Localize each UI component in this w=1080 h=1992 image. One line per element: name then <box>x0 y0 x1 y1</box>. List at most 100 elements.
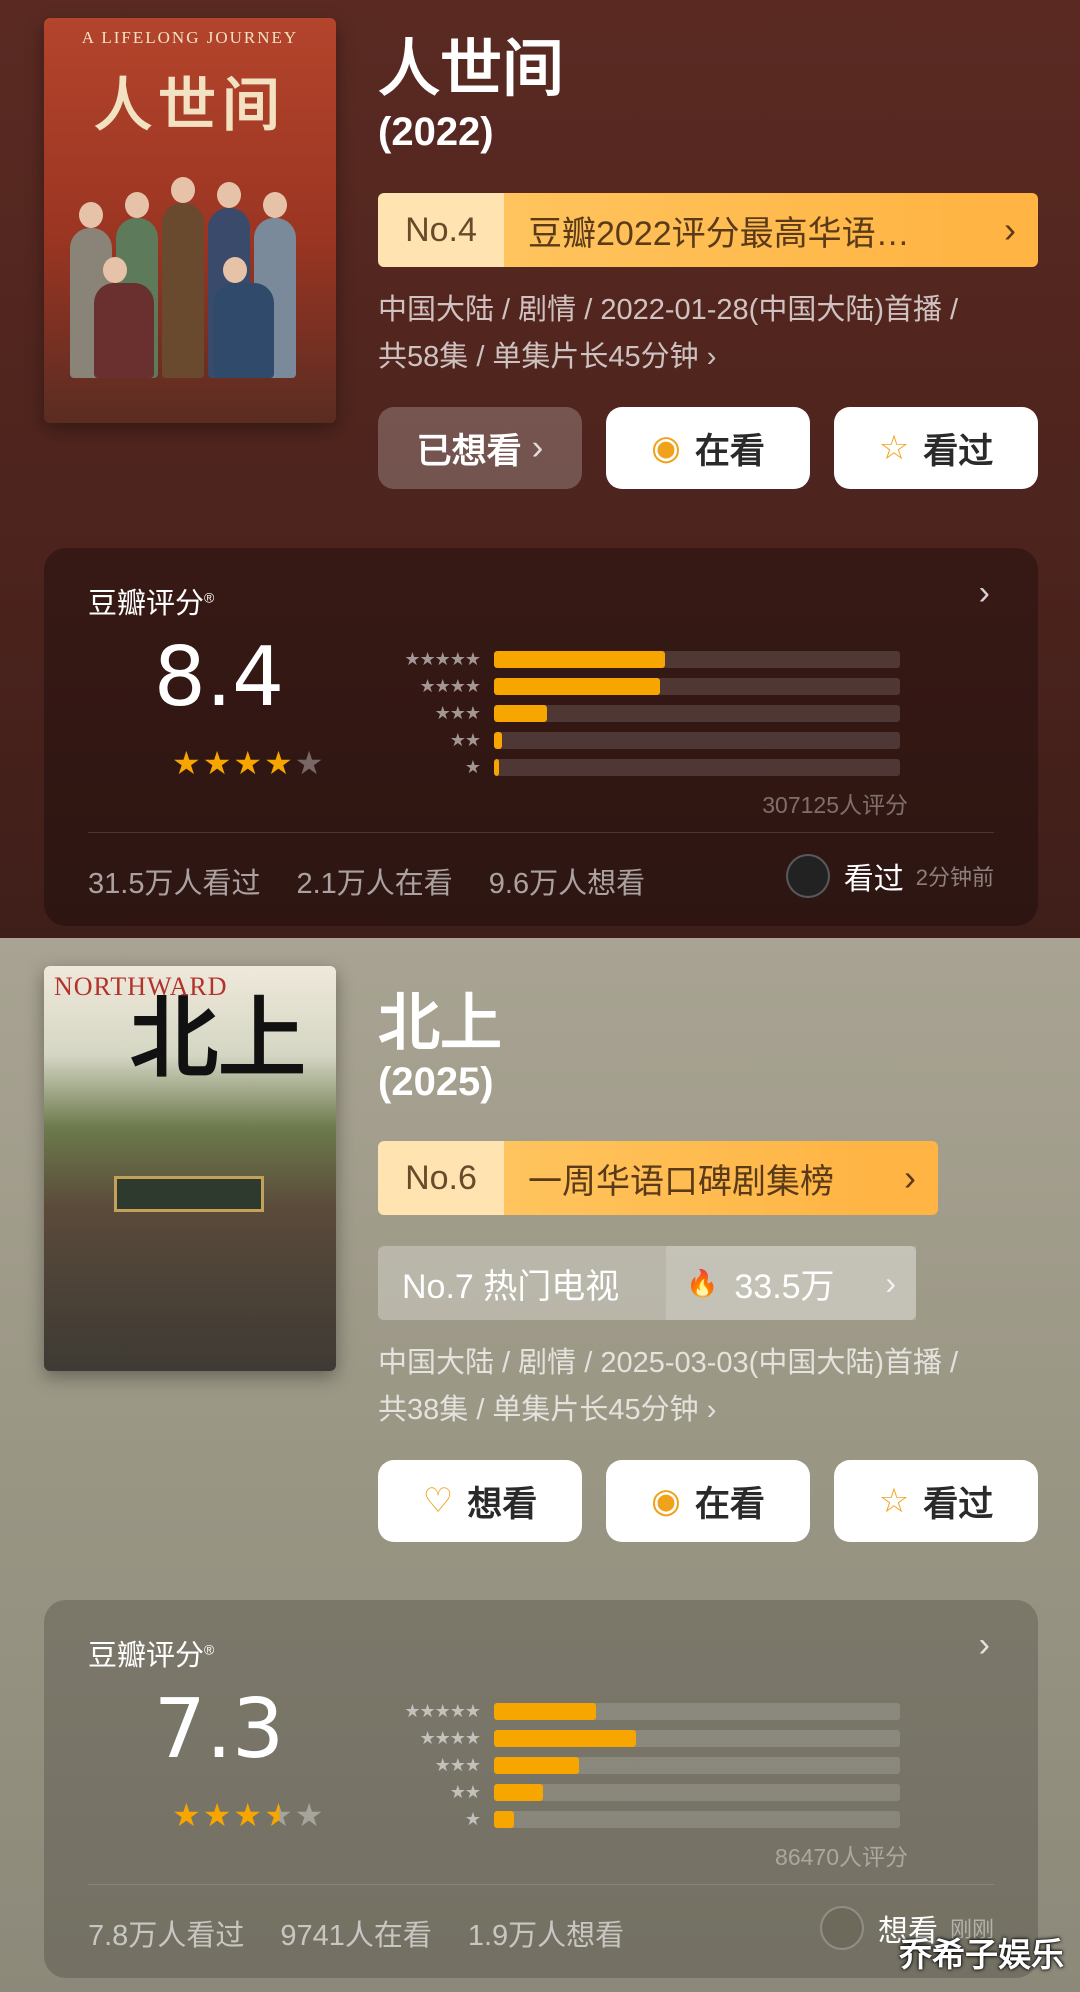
watching-label: 在看 <box>694 1484 765 1524</box>
hot-tv-label: No.7 热门电视 <box>402 1267 620 1306</box>
distribution-fill <box>494 1730 637 1747</box>
distribution-row: ★★★★★ <box>384 1698 914 1725</box>
stat-want[interactable]: 9.6万人想看 <box>489 860 645 902</box>
watermark: 乔希子娱乐 <box>899 1936 1064 1973</box>
want-label: 想看 <box>467 1484 538 1524</box>
activity-time: 2分钟前 <box>915 865 994 890</box>
poster-beishang[interactable]: NORTHWARD 北上 <box>44 966 336 1371</box>
rating-stats: 31.5万人看过 2.1万人在看 9.6万人想看 <box>88 860 645 902</box>
watched-label: 看过 <box>923 1484 994 1524</box>
meta-line-1: 中国大陆 / 剧情 / 2022-01-28(中国大陆)首播 / <box>378 294 959 326</box>
star-outline-icon: ☆ <box>878 429 910 467</box>
want-label: 已想看 <box>416 431 522 471</box>
rating-distribution: ★★★★★ ★★★★ ★★★ ★★ ★ <box>384 646 914 781</box>
watched-button[interactable]: ☆ 看过 <box>834 1460 1038 1542</box>
want-button[interactable]: 已想看 › <box>378 407 582 489</box>
distribution-row: ★★ <box>384 727 914 754</box>
stat-watched[interactable]: 7.8万人看过 <box>88 1912 244 1954</box>
distribution-track <box>494 1784 900 1801</box>
distribution-star-label: ★★★★★ <box>404 1701 481 1721</box>
poster-shop-sign <box>114 1176 264 1212</box>
star-icon: ★ <box>202 745 234 781</box>
distribution-star-label: ★ <box>464 757 481 777</box>
rating-card[interactable]: 豆瓣评分® › 7.3 ★★★★★ ★★★★★ ★★★★ ★★★ ★★ ★ 86470人… <box>44 1600 1038 1978</box>
distribution-row: ★★ <box>384 1779 914 1806</box>
rating-label: 豆瓣评分® <box>88 588 215 620</box>
distribution-star-label: ★★★ <box>434 1755 481 1775</box>
distribution-star-label: ★★★★★ <box>404 649 481 669</box>
distribution-track <box>494 678 900 695</box>
rank-number: No.6 <box>378 1141 504 1215</box>
star-icon: ★ <box>294 745 326 781</box>
hot-tv-heat: 🔥 33.5万 › <box>666 1246 916 1320</box>
meta-line-1: 中国大陆 / 剧情 / 2025-03-03(中国大陆)首播 / <box>378 1347 959 1379</box>
distribution-fill <box>494 1811 515 1828</box>
watching-button[interactable]: ◉ 在看 <box>606 1460 810 1542</box>
chevron-right-icon: › <box>882 1141 938 1215</box>
chevron-right-icon[interactable]: › <box>979 1626 990 1665</box>
hot-tv-value: 33.5万 <box>734 1267 835 1306</box>
distribution-star-label: ★ <box>464 1809 481 1829</box>
distribution-track <box>494 1730 900 1747</box>
star-outline-icon: ☆ <box>878 1482 910 1520</box>
distribution-row: ★★★ <box>384 700 914 727</box>
heart-plus-icon: ♡ <box>422 1482 454 1520</box>
want-button[interactable]: ♡ 想看 <box>378 1460 582 1542</box>
distribution-track <box>494 732 900 749</box>
star-icon: ★ <box>294 1797 326 1833</box>
rating-label: 豆瓣评分® <box>88 1640 215 1672</box>
distribution-star-label: ★★ <box>449 1782 481 1802</box>
chevron-right-icon: › <box>982 193 1038 267</box>
stat-watching[interactable]: 2.1万人在看 <box>296 860 452 902</box>
poster-renshijian[interactable]: A LIFELONG JOURNEY 人世间 <box>44 18 336 423</box>
rank-badge[interactable]: No.4 豆瓣2022评分最高华语… › <box>378 193 1038 267</box>
distribution-row: ★★★ <box>384 1752 914 1779</box>
star-icon: ★ <box>233 1797 265 1833</box>
star-icon: ★ <box>202 1797 234 1833</box>
distribution-fill <box>494 1784 543 1801</box>
watching-button[interactable]: ◉ 在看 <box>606 407 810 489</box>
activity-action: 看过 <box>843 863 904 896</box>
distribution-fill <box>494 651 665 668</box>
distribution-row: ★ <box>384 1806 914 1833</box>
stat-watched[interactable]: 31.5万人看过 <box>88 860 260 902</box>
target-icon: ◉ <box>651 1482 681 1520</box>
distribution-star-label: ★★★★ <box>419 1728 481 1748</box>
meta-line-2: 共58集 / 单集片长45分钟 › <box>378 341 717 373</box>
distribution-track <box>494 1757 900 1774</box>
show-year: (2025) <box>378 1060 494 1104</box>
distribution-star-label: ★★★ <box>434 703 481 723</box>
flame-icon: 🔥 <box>686 1267 719 1298</box>
show-title: 北上 <box>378 989 503 1058</box>
chevron-right-icon: › <box>531 428 544 467</box>
rating-count: 86470人评分 <box>775 1844 908 1870</box>
stat-watching[interactable]: 9741人在看 <box>280 1912 432 1954</box>
rank-badge[interactable]: No.6 一周华语口碑剧集榜 › <box>378 1141 938 1215</box>
chevron-right-icon[interactable]: › <box>979 574 990 613</box>
distribution-fill <box>494 1703 596 1720</box>
distribution-fill <box>494 705 547 722</box>
friend-activity[interactable]: 看过 2分钟前 <box>785 854 994 898</box>
divider <box>88 832 994 833</box>
watched-button[interactable]: ☆ 看过 <box>834 407 1038 489</box>
watching-label: 在看 <box>694 431 765 471</box>
watched-label: 看过 <box>923 431 994 471</box>
show-meta[interactable]: 中国大陆 / 剧情 / 2022-01-28(中国大陆)首播 / 共58集 / … <box>378 287 1048 381</box>
stat-want[interactable]: 1.9万人想看 <box>468 1912 624 1954</box>
rating-distribution: ★★★★★ ★★★★ ★★★ ★★ ★ <box>384 1698 914 1833</box>
rating-card[interactable]: 豆瓣评分® › 8.4 ★★★★★ ★★★★★ ★★★★ ★★★ ★★ ★ 307125… <box>44 548 1038 926</box>
show-meta[interactable]: 中国大陆 / 剧情 / 2025-03-03(中国大陆)首播 / 共38集 / … <box>378 1340 1048 1434</box>
hot-tv-badge[interactable]: No.7 热门电视 🔥 33.5万 › <box>378 1246 916 1320</box>
show-year: (2022) <box>378 110 494 154</box>
rating-stats: 7.8万人看过 9741人在看 1.9万人想看 <box>88 1912 624 1954</box>
poster-cn-title: 北上 <box>129 992 306 1089</box>
poster-cn-title: 人世间 <box>93 73 286 138</box>
star-icon: ★ <box>172 745 203 781</box>
distribution-star-label: ★★ <box>449 730 481 750</box>
distribution-track <box>494 759 900 776</box>
chevron-right-icon: › <box>885 1264 896 1301</box>
rating-score: 8.4 <box>153 630 285 725</box>
distribution-fill <box>494 678 661 695</box>
poster-en-title: A LIFELONG JOURNEY <box>81 28 299 47</box>
rank-number: No.4 <box>378 193 504 267</box>
